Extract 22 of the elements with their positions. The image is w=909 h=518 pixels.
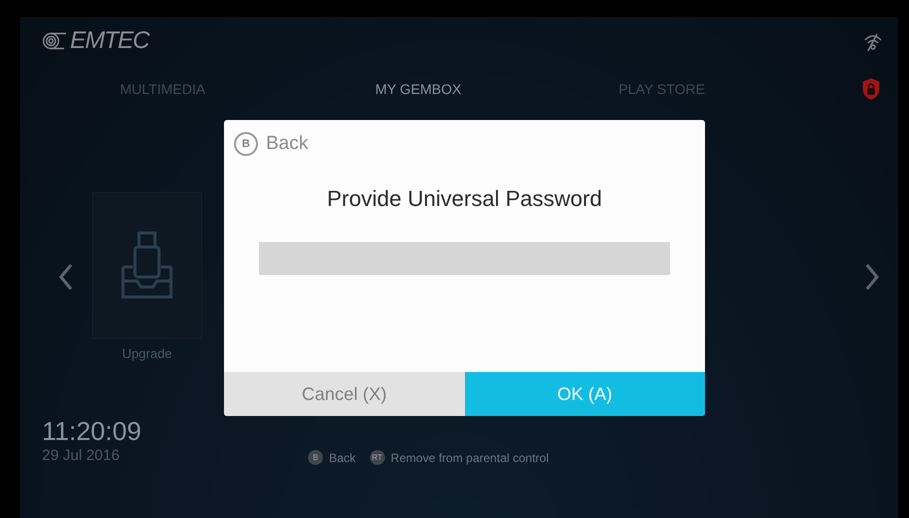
back-key-icon: B	[234, 132, 258, 156]
clock-date: 29 Jul 2016	[42, 447, 121, 464]
brand-logo: EMTEC	[70, 27, 149, 55]
dialog-button[interactable]: Cancel (X)	[224, 372, 464, 416]
button-hint-label: Remove from parental control	[390, 450, 549, 464]
tile-label: Upgrade	[122, 346, 172, 361]
nav-tab[interactable]: MY GEMBOX	[363, 81, 619, 97]
button-hint-key: RT	[370, 450, 385, 465]
button-hint-key: B	[308, 450, 323, 465]
password-field[interactable]	[259, 242, 670, 275]
dialog-title: Provide Universal Password	[326, 186, 604, 212]
clock-time: 11:20:09	[42, 416, 142, 447]
logo-rings-icon	[42, 32, 68, 50]
back-label[interactable]: Back	[266, 133, 308, 155]
upgrade-tile[interactable]	[92, 192, 202, 339]
chevron-left-icon[interactable]	[58, 262, 74, 290]
nav-tab[interactable]: MULTIMEDIA	[120, 81, 364, 97]
usb-tray-icon	[119, 230, 175, 300]
dialog-button[interactable]: OK (A)	[464, 372, 705, 416]
button-hint-label: Back	[329, 450, 356, 464]
chevron-right-icon[interactable]	[864, 262, 880, 290]
wifi-off-icon	[862, 32, 884, 52]
